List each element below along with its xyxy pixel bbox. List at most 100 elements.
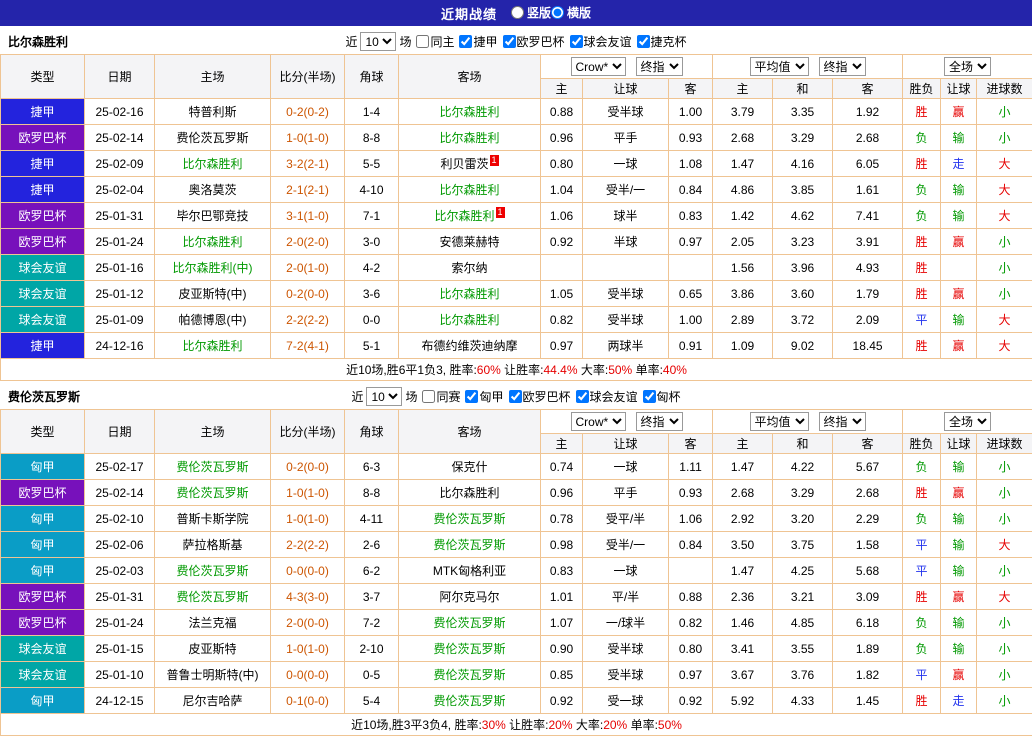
- score[interactable]: 0-2(0-0): [271, 281, 345, 307]
- filter-option[interactable]: 捷克杯: [637, 33, 687, 50]
- filter-checkbox[interactable]: [459, 35, 472, 48]
- filter-checkbox[interactable]: [465, 390, 478, 403]
- score[interactable]: 0-2(0-2): [271, 99, 345, 125]
- score[interactable]: 2-2(2-2): [271, 307, 345, 333]
- home-team-name[interactable]: 皮亚斯特(中): [179, 287, 247, 301]
- odds-view-select[interactable]: 终指: [636, 57, 683, 76]
- away-team-name[interactable]: 费伦茨瓦罗斯: [433, 538, 505, 552]
- home-team-name[interactable]: 法兰克福: [188, 616, 236, 630]
- score[interactable]: 1-0(1-0): [271, 125, 345, 151]
- home-team-name[interactable]: 特普利斯: [188, 105, 236, 119]
- filter-option[interactable]: 同赛: [422, 388, 460, 405]
- away-team-name[interactable]: 比尔森胜利: [439, 313, 499, 327]
- home-team-name[interactable]: 费伦茨瓦罗斯: [176, 131, 248, 145]
- home-team-name[interactable]: 皮亚斯特: [188, 642, 236, 656]
- home-team-name[interactable]: 费伦茨瓦罗斯: [176, 590, 248, 604]
- odds-view-select[interactable]: 终指: [819, 57, 866, 76]
- layout-radio-1[interactable]: [511, 6, 524, 19]
- home-team-name[interactable]: 费伦茨瓦罗斯: [176, 486, 248, 500]
- away-team-name[interactable]: 费伦茨瓦罗斯: [433, 642, 505, 656]
- away-team-name[interactable]: 保克什: [451, 460, 487, 474]
- filter-checkbox[interactable]: [637, 35, 650, 48]
- home-team-name[interactable]: 奥洛莫茨: [188, 183, 236, 197]
- away-team-name[interactable]: 索尔纳: [451, 261, 487, 275]
- home-team-name[interactable]: 比尔森胜利(中): [173, 261, 253, 275]
- score[interactable]: 1-0(1-0): [271, 480, 345, 506]
- score[interactable]: 3-2(2-1): [271, 151, 345, 177]
- away-team-name[interactable]: 安德莱赫特: [439, 235, 499, 249]
- odds-view-select[interactable]: 平均值: [750, 412, 809, 431]
- score[interactable]: 1-0(1-0): [271, 506, 345, 532]
- layout-option[interactable]: 横版: [551, 4, 591, 21]
- filter-option[interactable]: 捷甲: [459, 33, 497, 50]
- home-team-name[interactable]: 比尔森胜利: [182, 235, 242, 249]
- filter-checkbox[interactable]: [570, 35, 583, 48]
- away-team-name[interactable]: 比尔森胜利: [439, 486, 499, 500]
- filter-checkbox[interactable]: [643, 390, 656, 403]
- filter-option[interactable]: 球会友谊: [576, 388, 638, 405]
- score[interactable]: 7-2(4-1): [271, 333, 345, 359]
- odds-view-select[interactable]: Crow*: [571, 57, 626, 76]
- score[interactable]: 2-0(1-0): [271, 255, 345, 281]
- home-team-name[interactable]: 费伦茨瓦罗斯: [176, 460, 248, 474]
- away-team-name[interactable]: 比尔森胜利: [434, 209, 494, 223]
- filter-option[interactable]: 球会友谊: [570, 33, 632, 50]
- match-count-select[interactable]: 10: [366, 387, 402, 406]
- near-label: 近: [345, 33, 357, 50]
- odds-view-select[interactable]: 平均值: [750, 57, 809, 76]
- home-team-name[interactable]: 普斯卡斯学院: [176, 512, 248, 526]
- away-team-name[interactable]: 布德约维茨迪纳摩: [421, 339, 517, 353]
- filter-checkbox[interactable]: [416, 35, 429, 48]
- home-team-name[interactable]: 萨拉格斯基: [182, 538, 242, 552]
- avg-draw: 3.55: [773, 636, 833, 662]
- away-team-name[interactable]: 比尔森胜利: [439, 183, 499, 197]
- score[interactable]: 2-1(2-1): [271, 177, 345, 203]
- score[interactable]: 0-1(0-0): [271, 688, 345, 714]
- away-team-name[interactable]: 比尔森胜利: [439, 105, 499, 119]
- away-team-name[interactable]: 费伦茨瓦罗斯: [433, 512, 505, 526]
- score[interactable]: 2-2(2-2): [271, 532, 345, 558]
- filter-option[interactable]: 欧罗巴杯: [509, 388, 571, 405]
- home-team-name[interactable]: 毕尔巴鄂竞技: [176, 209, 248, 223]
- result-goals: 大: [977, 307, 1032, 333]
- away-team-name[interactable]: 比尔森胜利: [439, 287, 499, 301]
- filter-checkbox[interactable]: [576, 390, 589, 403]
- away-team-name[interactable]: 利贝雷茨: [440, 157, 488, 171]
- odds-view-select[interactable]: 全场: [944, 412, 991, 431]
- filter-checkbox[interactable]: [422, 390, 435, 403]
- score[interactable]: 0-0(0-0): [271, 662, 345, 688]
- away-team-name[interactable]: 费伦茨瓦罗斯: [433, 668, 505, 682]
- odds-view-select[interactable]: 终指: [819, 412, 866, 431]
- layout-option[interactable]: 竖版: [511, 4, 551, 21]
- odds-view-select[interactable]: 终指: [636, 412, 683, 431]
- home-team-name[interactable]: 比尔森胜利: [182, 339, 242, 353]
- away-team-name[interactable]: 比尔森胜利: [439, 131, 499, 145]
- away-team-name[interactable]: MTK匈格利亚: [433, 564, 506, 578]
- home-team-name[interactable]: 帕德博恩(中): [179, 313, 247, 327]
- odds-view-select[interactable]: 全场: [944, 57, 991, 76]
- filter-option[interactable]: 匈杯: [643, 388, 681, 405]
- odds-view-select[interactable]: Crow*: [571, 412, 626, 431]
- home-team-name[interactable]: 比尔森胜利: [182, 157, 242, 171]
- score[interactable]: 3-1(1-0): [271, 203, 345, 229]
- filter-option[interactable]: 欧罗巴杯: [503, 33, 565, 50]
- away-team-name[interactable]: 费伦茨瓦罗斯: [433, 694, 505, 708]
- score[interactable]: 2-0(0-0): [271, 610, 345, 636]
- filter-checkbox[interactable]: [503, 35, 516, 48]
- home-team-name[interactable]: 普鲁士明斯特(中): [167, 668, 259, 682]
- filter-option[interactable]: 匈甲: [465, 388, 503, 405]
- avg-home: 5.92: [713, 688, 773, 714]
- home-team-name[interactable]: 费伦茨瓦罗斯: [176, 564, 248, 578]
- layout-radio-2[interactable]: [551, 6, 564, 19]
- score[interactable]: 0-0(0-0): [271, 558, 345, 584]
- away-team-name[interactable]: 费伦茨瓦罗斯: [433, 616, 505, 630]
- score[interactable]: 0-2(0-0): [271, 454, 345, 480]
- filter-checkbox[interactable]: [509, 390, 522, 403]
- score[interactable]: 2-0(2-0): [271, 229, 345, 255]
- score[interactable]: 4-3(3-0): [271, 584, 345, 610]
- away-team-name[interactable]: 阿尔克马尔: [439, 590, 499, 604]
- filter-option[interactable]: 同主: [416, 33, 454, 50]
- home-team-name[interactable]: 尼尔吉哈萨: [182, 694, 242, 708]
- score[interactable]: 1-0(1-0): [271, 636, 345, 662]
- match-count-select[interactable]: 10: [360, 32, 396, 51]
